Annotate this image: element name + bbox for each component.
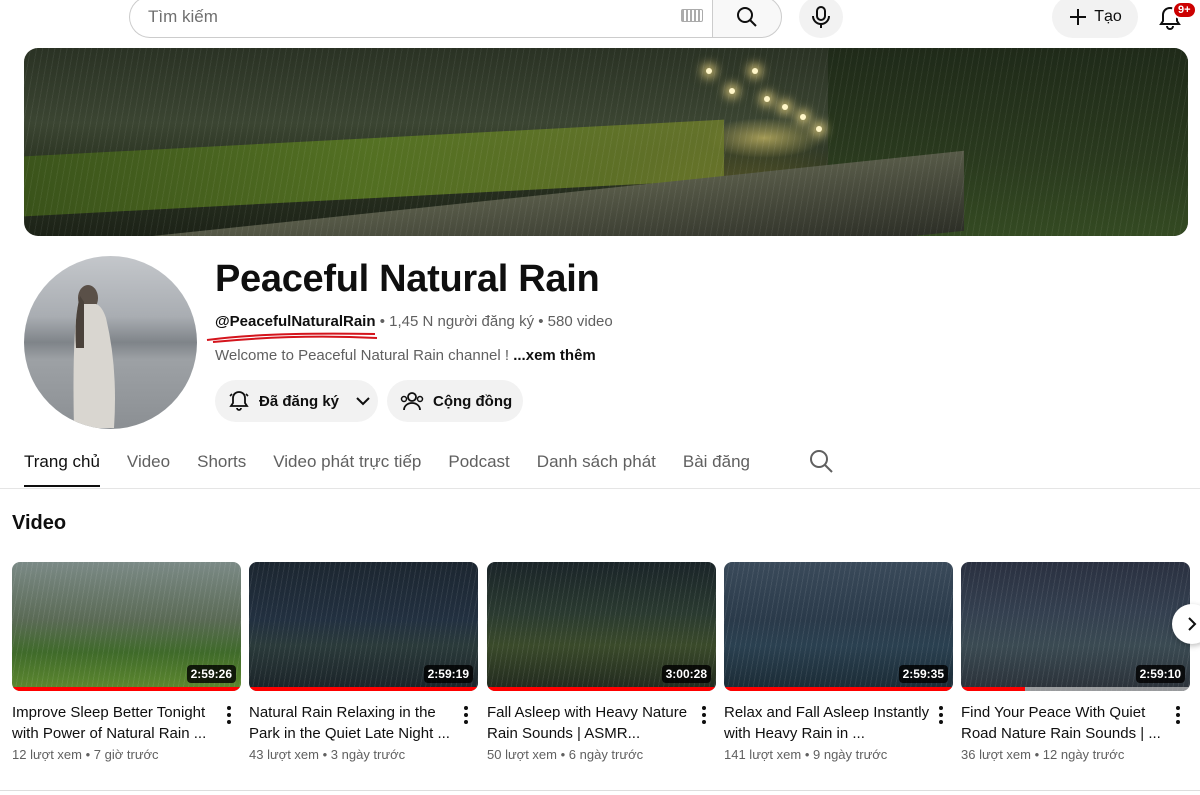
- meta-separator: •: [322, 747, 331, 762]
- video-meta: 50 lượt xem • 6 ngày trước: [487, 747, 716, 762]
- upload-age: 9 ngày trước: [813, 747, 888, 762]
- subscribed-label: Đã đăng ký: [259, 392, 340, 410]
- community-button[interactable]: Cộng đồng: [387, 380, 523, 422]
- channel-name: Peaceful Natural Rain: [215, 258, 600, 300]
- video-card[interactable]: 2:59:35 Relax and Fall Asleep Instantly …: [724, 562, 953, 762]
- tab-home[interactable]: Trang chủ: [24, 437, 100, 487]
- video-card[interactable]: 2:59:26 Improve Sleep Better Tonight wit…: [12, 562, 241, 762]
- upload-age: 7 giờ trước: [93, 747, 159, 762]
- see-more-link[interactable]: ...xem thêm: [513, 347, 596, 364]
- watch-progress-bar: [487, 687, 716, 691]
- video-meta: 36 lượt xem • 12 ngày trước: [961, 747, 1190, 762]
- create-label: Tạo: [1094, 8, 1122, 25]
- video-card[interactable]: 3:00:28 Fall Asleep with Heavy Nature Ra…: [487, 562, 716, 762]
- video-thumbnail[interactable]: 2:59:35: [724, 562, 953, 691]
- channel-avatar[interactable]: [24, 256, 197, 429]
- video-meta: 43 lượt xem • 3 ngày trước: [249, 747, 478, 762]
- upload-age: 12 ngày trước: [1042, 747, 1125, 762]
- chevron-right-icon: [1188, 617, 1197, 631]
- view-count: 43 lượt xem: [249, 747, 319, 762]
- watch-progress-bar: [12, 687, 241, 691]
- meta-separator: •: [379, 313, 390, 330]
- tab-videos[interactable]: Video: [127, 437, 170, 487]
- video-card[interactable]: 2:59:19 Natural Rain Relaxing in the Par…: [249, 562, 478, 762]
- channel-search-icon[interactable]: [808, 448, 834, 474]
- channel-tabs: Trang chủ Video Shorts Video phát trực t…: [24, 437, 777, 489]
- meta-separator: •: [538, 313, 548, 330]
- keyboard-icon[interactable]: [681, 9, 703, 22]
- meta-separator: •: [1034, 747, 1043, 762]
- watch-progress-bar: [961, 687, 1026, 691]
- more-options-icon[interactable]: [696, 704, 712, 726]
- tabs-divider: [0, 488, 1200, 489]
- video-title[interactable]: Find Your Peace With Quiet Road Nature R…: [961, 702, 1167, 744]
- more-options-icon[interactable]: [221, 704, 237, 726]
- video-thumbnail[interactable]: 2:59:19: [249, 562, 478, 691]
- video-meta: 12 lượt xem • 7 giờ trước: [12, 747, 241, 762]
- video-card[interactable]: 2:59:10 Find Your Peace With Quiet Road …: [961, 562, 1190, 762]
- community-label: Cộng đồng: [433, 392, 513, 410]
- video-meta: 141 lượt xem • 9 ngày trước: [724, 747, 953, 762]
- more-options-icon[interactable]: [1170, 704, 1186, 726]
- red-underline-annotation: [206, 332, 378, 343]
- channel-description[interactable]: Welcome to Peaceful Natural Rain channel…: [215, 347, 596, 364]
- watch-progress-bar: [724, 687, 953, 691]
- video-title[interactable]: Fall Asleep with Heavy Nature Rain Sound…: [487, 702, 693, 744]
- create-button[interactable]: Tạo: [1052, 0, 1138, 38]
- video-thumbnail[interactable]: 2:59:26: [12, 562, 241, 691]
- tab-playlists[interactable]: Danh sách phát: [537, 437, 656, 487]
- upload-age: 6 ngày trước: [568, 747, 644, 762]
- more-options-icon[interactable]: [933, 704, 949, 726]
- search-button[interactable]: [712, 0, 782, 38]
- subscribed-button[interactable]: Đã đăng ký: [215, 380, 378, 422]
- chevron-down-icon: [356, 397, 370, 406]
- more-options-icon[interactable]: [458, 704, 474, 726]
- tab-podcast[interactable]: Podcast: [448, 437, 509, 487]
- bell-icon: [229, 391, 249, 411]
- channel-banner: [24, 48, 1188, 236]
- people-icon: [400, 392, 424, 411]
- watch-progress-bar: [249, 687, 478, 691]
- video-title[interactable]: Improve Sleep Better Tonight with Power …: [12, 702, 218, 744]
- microphone-icon: [812, 6, 830, 28]
- video-title[interactable]: Relax and Fall Asleep Instantly with Hea…: [724, 702, 930, 744]
- tab-live[interactable]: Video phát trực tiếp: [273, 437, 421, 487]
- video-duration: 2:59:26: [186, 665, 236, 683]
- video-title[interactable]: Natural Rain Relaxing in the Park in the…: [249, 702, 455, 744]
- meta-separator: •: [85, 747, 94, 762]
- view-count: 50 lượt xem: [487, 747, 557, 762]
- section-title: Video: [12, 512, 67, 534]
- view-count: 12 lượt xem: [12, 747, 82, 762]
- search-input[interactable]: [148, 7, 668, 27]
- video-thumbnail[interactable]: 3:00:28: [487, 562, 716, 691]
- meta-separator: •: [804, 747, 813, 762]
- bottom-divider: [0, 790, 1200, 791]
- subscriber-count: 1,45 N người đăng ký: [389, 313, 535, 330]
- avatar-person-figure: [73, 285, 115, 428]
- tab-shorts[interactable]: Shorts: [197, 437, 246, 487]
- video-thumbnail[interactable]: 2:59:10: [961, 562, 1190, 691]
- search-box[interactable]: [129, 0, 713, 38]
- tab-posts[interactable]: Bài đăng: [683, 437, 750, 487]
- description-text: Welcome to Peaceful Natural Rain channel…: [215, 347, 514, 364]
- video-duration: 2:59:35: [898, 665, 948, 683]
- meta-separator: •: [560, 747, 569, 762]
- voice-search-button[interactable]: [799, 0, 843, 38]
- video-duration: 3:00:28: [661, 665, 711, 683]
- video-duration: 2:59:19: [423, 665, 473, 683]
- video-count: 580 video: [547, 313, 613, 330]
- view-count: 141 lượt xem: [724, 747, 802, 762]
- video-duration: 2:59:10: [1135, 665, 1185, 683]
- search-icon: [737, 7, 757, 27]
- notification-badge: 9+: [1172, 1, 1197, 19]
- plus-icon: [1070, 9, 1087, 25]
- view-count: 36 lượt xem: [961, 747, 1031, 762]
- upload-age: 3 ngày trước: [330, 747, 406, 762]
